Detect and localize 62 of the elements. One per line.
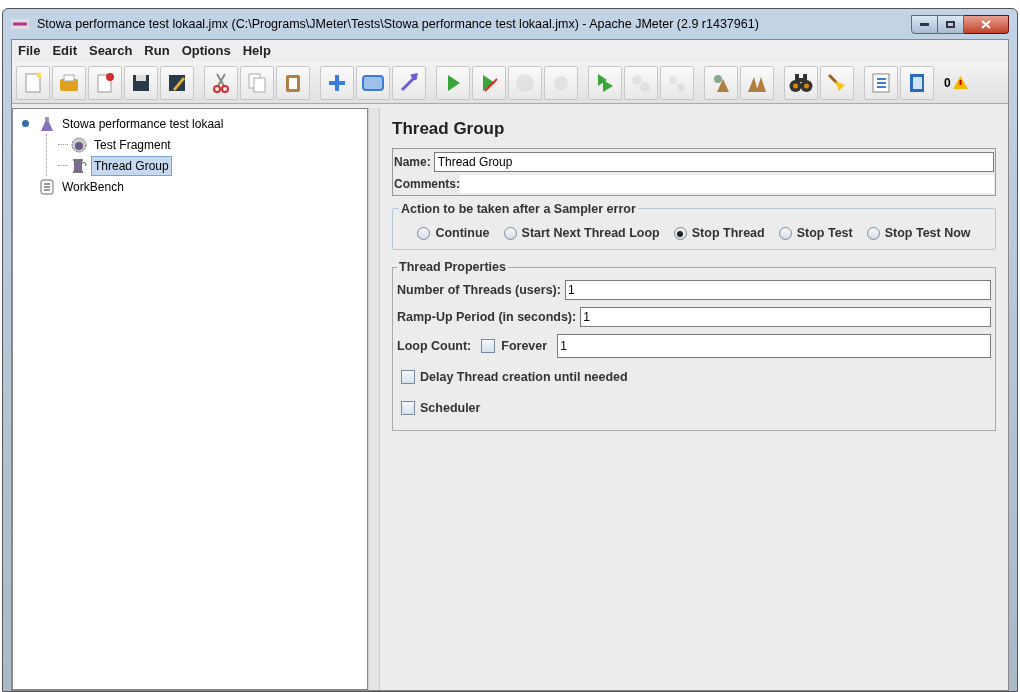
comments-field[interactable] bbox=[460, 174, 994, 193]
menu-item[interactable]: Search bbox=[88, 41, 133, 61]
menu-item[interactable]: Options bbox=[181, 41, 231, 61]
radio-label: Stop Test bbox=[796, 225, 853, 243]
radio-label: Continue bbox=[435, 225, 490, 243]
radio-label: Start Next Thread Loop bbox=[521, 225, 660, 243]
radio-label: Stop Test Now bbox=[884, 225, 971, 243]
maximize-button[interactable] bbox=[938, 14, 964, 34]
toolbar-button[interactable] bbox=[160, 65, 194, 100]
tree-item[interactable]: Thread Group bbox=[91, 155, 172, 176]
menu-item[interactable]: Help bbox=[242, 41, 271, 61]
tree-toggle[interactable] bbox=[22, 120, 29, 127]
field-label: Name: bbox=[394, 153, 431, 171]
field-label: Comments: bbox=[394, 175, 460, 193]
checkbox-label: Scheduler bbox=[420, 399, 481, 417]
menu-item[interactable]: File bbox=[18, 41, 41, 61]
tree-item[interactable]: Test Fragment bbox=[91, 134, 174, 155]
radio-label: Stop Thread bbox=[691, 225, 765, 243]
menu-item[interactable]: Run bbox=[144, 41, 170, 61]
tree-item[interactable]: Stowa performance test lokaal bbox=[59, 113, 227, 134]
radio-button[interactable] bbox=[417, 227, 431, 241]
flask-icon bbox=[39, 115, 55, 132]
field-label: Loop Count: bbox=[397, 337, 472, 355]
radio-option[interactable]: Stop Thread bbox=[673, 224, 765, 243]
radio-option[interactable]: Stop Test Now bbox=[866, 224, 971, 243]
loop-count-field[interactable]: 1 bbox=[557, 334, 991, 359]
close-button[interactable] bbox=[964, 14, 1009, 34]
field-label: Number of Threads (users): bbox=[397, 281, 561, 299]
tree-item[interactable]: WorkBench bbox=[59, 176, 127, 197]
close-icon bbox=[981, 19, 991, 29]
panel-title: Thread Group bbox=[392, 118, 506, 140]
app-icon bbox=[11, 19, 29, 29]
radio-option[interactable]: Continue bbox=[417, 224, 490, 243]
group-legend: Action to be taken after a Sampler error bbox=[399, 199, 638, 219]
copy-icon bbox=[245, 70, 269, 95]
menu-item[interactable]: Edit bbox=[52, 41, 77, 61]
checkbox[interactable] bbox=[481, 339, 496, 354]
radio-option[interactable]: Start Next Thread Loop bbox=[503, 224, 660, 243]
radio-button[interactable] bbox=[866, 227, 880, 241]
checkbox[interactable] bbox=[401, 401, 415, 416]
threads-field[interactable]: 1 bbox=[564, 280, 991, 301]
list-icon bbox=[869, 70, 893, 95]
window-title: Stowa performance test lokaal.jmx (C:\Programs\JMeter\Tests\Stowa performance test lokaal.jmx) - Apache JMeter (2.9 r1437961) bbox=[37, 15, 759, 33]
minimize-button[interactable] bbox=[911, 14, 938, 34]
clipboard-icon bbox=[39, 178, 55, 195]
rampup-field[interactable]: 1 bbox=[580, 307, 991, 328]
gear-icon bbox=[71, 136, 87, 153]
spool-icon bbox=[71, 157, 87, 174]
checkbox[interactable] bbox=[401, 370, 415, 385]
checkbox-label: Forever bbox=[501, 337, 548, 355]
warning-icon[interactable] bbox=[952, 76, 968, 89]
group-legend: Thread Properties bbox=[397, 258, 508, 277]
warning-count: 0 bbox=[944, 74, 951, 92]
checkbox-label: Delay Thread creation until needed bbox=[420, 368, 628, 386]
radio-option[interactable]: Stop Test bbox=[778, 224, 853, 243]
radio-button[interactable] bbox=[503, 227, 517, 241]
radio-button[interactable] bbox=[673, 227, 687, 241]
toolbar-button[interactable] bbox=[124, 65, 158, 100]
name-field[interactable]: Thread Group bbox=[433, 151, 994, 172]
toolbar-button[interactable] bbox=[784, 65, 818, 100]
radio-button[interactable] bbox=[778, 227, 792, 241]
field-label: Ramp-Up Period (in seconds): bbox=[397, 308, 577, 326]
